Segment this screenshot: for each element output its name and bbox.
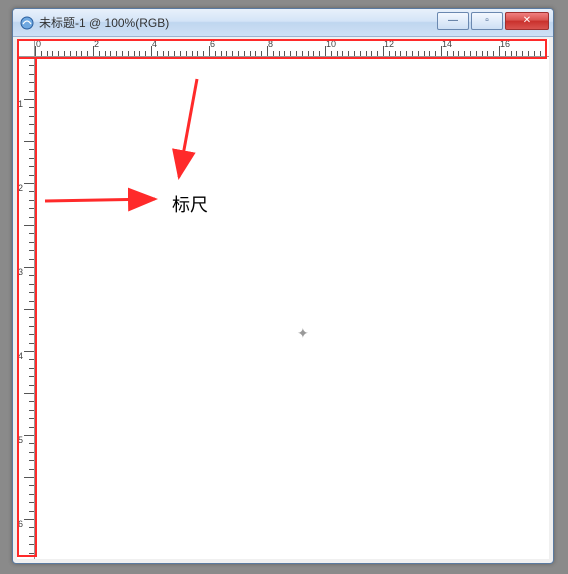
h-ruler-label: 4 xyxy=(152,39,157,49)
v-ruler-label: 6 xyxy=(18,519,23,529)
window-controls: — ▫ ✕ xyxy=(437,12,549,30)
annotation-label: 标尺 xyxy=(172,191,208,217)
close-icon: ✕ xyxy=(523,16,531,26)
horizontal-ruler[interactable]: 024681012141618 xyxy=(35,39,549,57)
h-ruler-label: 0 xyxy=(36,39,41,49)
h-ruler-label: 2 xyxy=(94,39,99,49)
center-marker-icon: ✦ xyxy=(297,325,309,342)
canvas-area[interactable]: ✦ xyxy=(35,57,549,559)
v-ruler-label: 1 xyxy=(18,99,23,109)
document-window: 未标题-1 @ 100%(RGB) — ▫ ✕ 024681012141618 … xyxy=(12,8,554,564)
v-ruler-label: 4 xyxy=(18,351,23,361)
maximize-icon: ▫ xyxy=(485,16,489,26)
ruler-corner[interactable] xyxy=(17,39,35,57)
h-ruler-label: 6 xyxy=(210,39,215,49)
v-ruler-label: 2 xyxy=(18,183,23,193)
v-ruler-label: 5 xyxy=(18,435,23,445)
h-ruler-label: 16 xyxy=(500,39,510,49)
h-ruler-label: 12 xyxy=(384,39,394,49)
h-ruler-label: 8 xyxy=(268,39,273,49)
minimize-icon: — xyxy=(448,16,458,26)
client-area: 024681012141618 123456 ✦ 标尺 xyxy=(17,39,549,559)
maximize-button[interactable]: ▫ xyxy=(471,12,503,30)
h-ruler-label: 14 xyxy=(442,39,452,49)
titlebar[interactable]: 未标题-1 @ 100%(RGB) — ▫ ✕ xyxy=(13,9,553,37)
vertical-ruler[interactable]: 1 2 3 4 5 6 xyxy=(17,57,35,559)
minimize-button[interactable]: — xyxy=(437,12,469,30)
v-ruler-label: 3 xyxy=(18,267,23,277)
close-button[interactable]: ✕ xyxy=(505,12,549,30)
window-title: 未标题-1 @ 100%(RGB) xyxy=(39,14,169,31)
h-ruler-label: 10 xyxy=(326,39,336,49)
application-icon xyxy=(19,15,35,31)
